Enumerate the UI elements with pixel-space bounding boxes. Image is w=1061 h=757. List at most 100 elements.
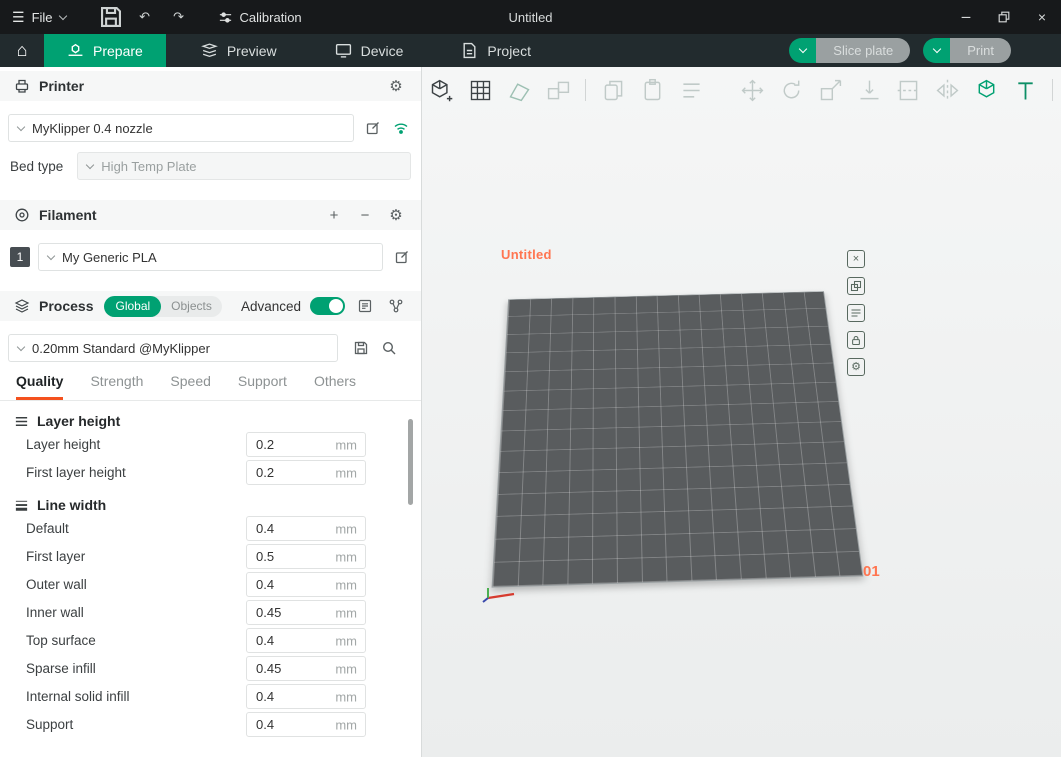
printer-preset-select[interactable]: MyKlipper 0.4 nozzle (8, 114, 354, 142)
build-plate[interactable] (492, 291, 864, 587)
viewport-toolbar (426, 75, 1056, 105)
restore-button[interactable] (985, 0, 1023, 34)
support-paint-icon (973, 77, 1000, 104)
process-icon (14, 298, 30, 314)
auto-orient-button[interactable] (504, 75, 534, 105)
setting-input[interactable] (246, 516, 366, 541)
setting-input[interactable] (246, 712, 366, 737)
home-button[interactable]: ⌂ (0, 34, 44, 67)
setting-input[interactable] (246, 628, 366, 653)
lock-plate-button[interactable] (847, 331, 865, 349)
line-width-group: Line width (14, 497, 421, 513)
setting-input[interactable] (246, 684, 366, 709)
bed-type-select[interactable]: High Temp Plate (77, 152, 411, 180)
scale-icon (817, 77, 844, 104)
gear-icon: ⚙ (851, 362, 861, 373)
slice-dropdown[interactable] (789, 38, 816, 63)
scale-button[interactable] (815, 75, 845, 105)
printer-settings-button[interactable]: ⚙ (385, 75, 407, 97)
edit-printer-button[interactable] (362, 117, 384, 139)
assembly-view-button[interactable] (676, 75, 706, 105)
search-settings-button[interactable] (378, 337, 400, 359)
add-object-button[interactable] (426, 75, 456, 105)
tab-device[interactable]: Device (312, 34, 427, 67)
setting-input[interactable] (246, 460, 366, 485)
rotate-button[interactable] (776, 75, 806, 105)
save-preset-button[interactable] (350, 337, 372, 359)
gear-icon: ⚙ (389, 206, 402, 224)
add-plate-button[interactable] (465, 75, 495, 105)
filament-settings-button[interactable]: ⚙ (385, 204, 407, 226)
setting-input[interactable] (246, 656, 366, 681)
tab-project[interactable]: Project (438, 34, 554, 67)
chevron-down-icon (58, 11, 66, 19)
paste-button[interactable] (637, 75, 667, 105)
project-icon (461, 42, 478, 59)
setting-input[interactable] (246, 600, 366, 625)
filament-slot-badge[interactable]: 1 (10, 247, 30, 267)
scope-global-button[interactable]: Global (104, 296, 161, 317)
undo-button[interactable]: ↶ (132, 4, 158, 30)
setting-row: Top surface mm (26, 628, 366, 653)
lay-flat-button[interactable] (854, 75, 884, 105)
cut-icon (895, 77, 922, 104)
print-button[interactable]: Print (923, 38, 1011, 63)
filament-preset-select[interactable]: My Generic PLA (38, 243, 383, 271)
text-tool-icon (1012, 77, 1039, 104)
advanced-toggle[interactable] (310, 297, 345, 315)
setting-input[interactable] (246, 544, 366, 569)
line-width-icon (14, 498, 29, 513)
compare-presets-button[interactable] (385, 295, 407, 317)
setting-input[interactable] (246, 432, 366, 457)
file-menu[interactable]: ☰ File (0, 9, 66, 26)
close-button[interactable]: × (1023, 0, 1061, 34)
auto-arrange-button[interactable] (543, 75, 573, 105)
calibration-button[interactable]: Calibration (218, 10, 302, 25)
redo-button[interactable]: ↷ (166, 4, 192, 30)
scope-objects-button[interactable]: Objects (161, 299, 222, 313)
save-button[interactable] (98, 4, 124, 30)
delete-plate-button[interactable]: × (847, 250, 865, 268)
tab-strength[interactable]: Strength (90, 373, 143, 400)
tab-prepare[interactable]: Prepare (44, 34, 166, 67)
move-button[interactable] (737, 75, 767, 105)
plate-settings-button[interactable]: ⚙ (847, 358, 865, 376)
tab-support[interactable]: Support (238, 373, 287, 400)
edit-filament-button[interactable] (391, 246, 413, 268)
viewport-3d[interactable]: Untitled 01 × (422, 67, 1061, 757)
cut-button[interactable] (893, 75, 923, 105)
slice-plate-label: Slice plate (816, 38, 910, 63)
layer-height-group: Layer height (14, 413, 421, 429)
plate-title: Untitled (501, 247, 552, 262)
bed-type-label: Bed type (10, 159, 63, 174)
tab-others[interactable]: Others (314, 373, 356, 400)
assembly-view-icon (678, 77, 705, 104)
printer-section-header: Printer ⚙ (0, 71, 421, 101)
printer-connection-button[interactable] (390, 117, 412, 139)
process-preset-select[interactable]: 0.20mm Standard @MyKlipper (8, 334, 338, 362)
mirror-button[interactable] (932, 75, 962, 105)
hamburger-icon: ☰ (12, 9, 25, 26)
setting-input[interactable] (246, 572, 366, 597)
tab-speed[interactable]: Speed (170, 373, 210, 400)
tab-quality[interactable]: Quality (16, 373, 63, 400)
process-scope-toggle: Global Objects (104, 296, 221, 317)
sidebar-scrollbar[interactable] (408, 419, 413, 505)
add-filament-button[interactable]: + (323, 204, 345, 226)
text-tool-button[interactable] (1010, 75, 1040, 105)
remove-filament-button[interactable]: − (354, 204, 376, 226)
search-icon (381, 340, 397, 356)
support-paint-button[interactable] (971, 75, 1001, 105)
rename-plate-button[interactable] (847, 304, 865, 322)
filament-icon (14, 207, 30, 223)
tab-preview[interactable]: Preview (178, 34, 300, 67)
print-dropdown[interactable] (923, 38, 950, 63)
minimize-button[interactable] (947, 0, 985, 34)
slice-plate-button[interactable]: Slice plate (789, 38, 910, 63)
copy-button[interactable] (598, 75, 628, 105)
setting-row: First layer mm (26, 544, 366, 569)
auto-arrange-icon (545, 77, 572, 104)
settings-list-button[interactable] (354, 295, 376, 317)
arrange-plate-button[interactable] (847, 277, 865, 295)
setting-row: Default mm (26, 516, 366, 541)
